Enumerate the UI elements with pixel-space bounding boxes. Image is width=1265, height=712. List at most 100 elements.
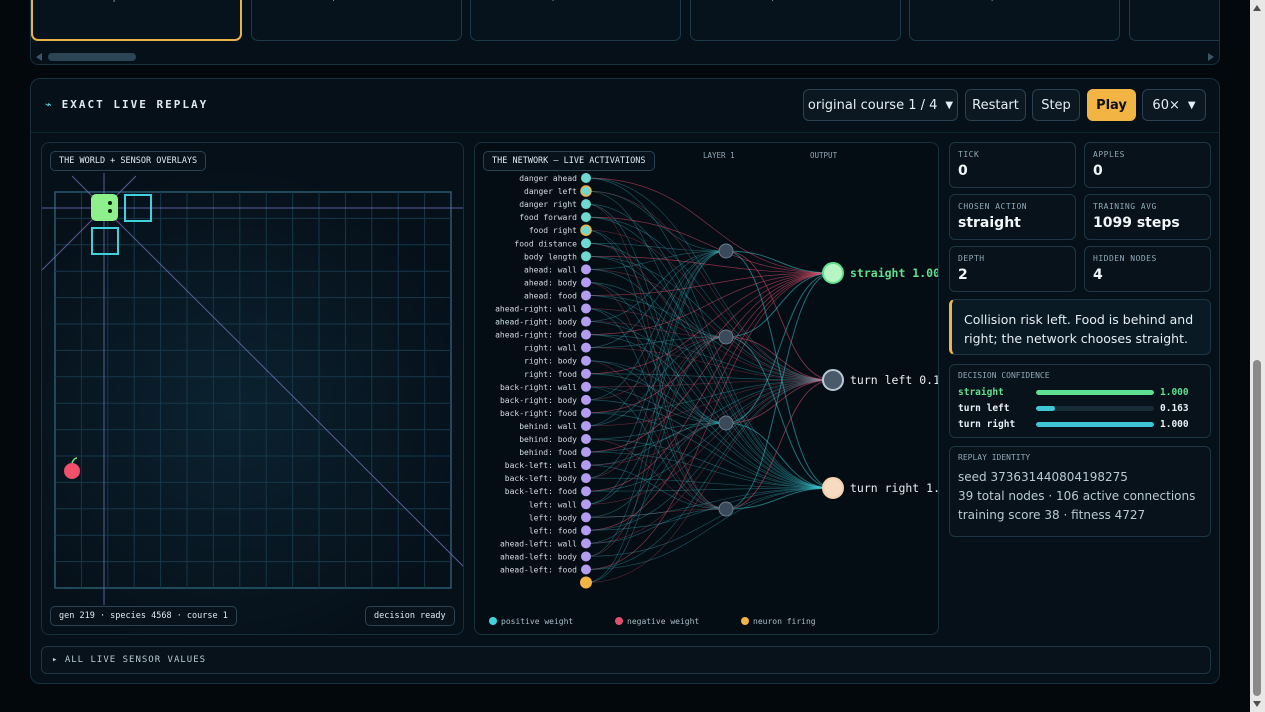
connection <box>585 308 834 381</box>
page-scroll-thumb[interactable] <box>1253 360 1261 696</box>
input-label: ahead: food <box>524 291 577 300</box>
input-node <box>581 499 591 510</box>
input-node <box>581 512 591 523</box>
identity-title: REPLAY IDENTITY <box>958 453 1031 462</box>
input-node <box>581 447 591 458</box>
scroll-left-icon[interactable] <box>36 53 42 61</box>
scroll-up-icon[interactable] <box>1253 5 1261 11</box>
stat-value: 0 <box>958 163 968 179</box>
connection <box>585 250 727 583</box>
apple-icon <box>64 463 80 479</box>
input-node <box>581 407 591 418</box>
confidence-fill <box>1036 390 1154 395</box>
input-label: body length <box>524 252 577 261</box>
genome-card[interactable]: 6 hidden · depth 3 · 117 connections <box>689 0 901 41</box>
connection <box>585 190 727 252</box>
decision-status-badge: decision ready <box>365 606 455 626</box>
speed-select[interactable]: 60× ▼ <box>1142 89 1206 121</box>
input-label: back-right: food <box>500 409 577 418</box>
stat-key: TRAINING AVG <box>1093 202 1157 211</box>
output-label: straight 1.000 <box>850 266 939 280</box>
confidence-label: turn right <box>958 419 1016 430</box>
output-node <box>822 369 844 391</box>
stat-value: 0 <box>1093 163 1103 179</box>
input-node <box>581 303 591 314</box>
output-node <box>822 477 844 499</box>
genome-card[interactable]: 6 hidden · depth 3 · 1 <box>1128 0 1219 41</box>
genome-card[interactable]: 5 hidden · depth 3 · 117 connections <box>250 0 462 41</box>
input-label: behind: wall <box>519 422 577 431</box>
legend-dot <box>615 617 623 625</box>
input-label: back-right: body <box>500 396 577 405</box>
confidence-bar <box>1036 422 1154 427</box>
world-view: THE WORLD + SENSOR OVERLAYS gen 219 · sp… <box>41 142 464 635</box>
decision-explanation: Collision risk left. Food is behind and … <box>949 299 1211 355</box>
connections <box>585 177 834 583</box>
genome-strip: 4 hidden · depth 2 · 106 connections5 hi… <box>30 0 1220 65</box>
confidence-row: turn right 1.000 <box>958 419 1204 431</box>
training-score: training score 38 · fitness 4727 <box>958 508 1146 522</box>
legend-label: neuron firing <box>753 617 816 626</box>
stat-value: 4 <box>1093 267 1103 283</box>
input-node <box>581 173 591 183</box>
confidence-value: 1.000 <box>1160 387 1189 398</box>
pulse-icon: ⌁ <box>45 98 54 111</box>
confidence-row: straight 1.000 <box>958 387 1204 399</box>
stat-card: APPLES 0 <box>1084 142 1211 188</box>
legend-label: positive weight <box>501 617 574 626</box>
stat-key: APPLES <box>1093 150 1125 159</box>
input-node <box>581 473 591 484</box>
restart-button[interactable]: Restart <box>965 89 1026 121</box>
snake-eye <box>108 209 112 213</box>
all-sensor-values-toggle[interactable]: ▸ ALL LIVE SENSOR VALUES <box>41 646 1211 674</box>
input-label: ahead-right: wall <box>495 305 577 314</box>
network-legend: positive weight negative weight neuron fir… <box>489 617 929 631</box>
input-label: ahead: wall <box>524 265 577 274</box>
bias-node <box>580 576 592 589</box>
input-node <box>581 551 591 562</box>
scroll-down-icon[interactable] <box>1253 701 1261 707</box>
connection <box>585 487 834 557</box>
output-label: turn right 1.000 <box>850 481 939 495</box>
world-canvas <box>42 173 463 605</box>
stat-key: TICK <box>958 150 980 159</box>
layer-label: LAYER 1 <box>703 151 735 160</box>
input-label: danger ahead <box>519 174 577 183</box>
input-label: right: wall <box>524 344 577 353</box>
input-node <box>581 394 591 405</box>
decision-confidence: DECISION CONFIDENCE straight 1.000 turn le… <box>949 364 1211 438</box>
genome-card[interactable]: 5 hidden · depth 3 · 115 connections <box>470 0 681 41</box>
hidden-node <box>718 501 734 517</box>
stat-value: 2 <box>958 267 968 283</box>
input-label: back-left: body <box>505 474 577 483</box>
confidence-bar <box>1036 390 1154 395</box>
world-border <box>54 191 452 589</box>
input-node <box>581 212 591 223</box>
genome-card[interactable]: 6 hidden · depth 3 · 118 connections <box>909 0 1120 41</box>
stat-key: HIDDEN NODES <box>1093 254 1157 263</box>
input-node <box>581 564 591 575</box>
stat-value: straight <box>958 215 1021 231</box>
hidden-node <box>718 415 734 431</box>
input-label: ahead-left: body <box>500 552 577 561</box>
scroll-right-icon[interactable] <box>1208 53 1214 61</box>
live-replay-panel: ⌁ EXACT LIVE REPLAY original course 1 / 4… <box>30 78 1220 684</box>
input-node <box>581 460 591 471</box>
course-select[interactable]: original course 1 / 4 ▼ <box>803 89 958 121</box>
node-count: 39 total nodes · 106 active connections <box>958 489 1196 503</box>
output-label: turn left 0.163 <box>850 373 939 387</box>
legend-item: negative weight <box>615 617 699 626</box>
play-button[interactable]: Play <box>1087 89 1136 121</box>
seed-value: seed 373631440804198275 <box>958 470 1128 484</box>
confidence-title: DECISION CONFIDENCE <box>958 371 1050 380</box>
snake-eye <box>108 201 112 205</box>
chevron-down-icon: ▼ <box>1187 99 1196 111</box>
genome-card[interactable]: 4 hidden · depth 2 · 106 connections <box>31 0 242 41</box>
connection <box>725 379 834 510</box>
network-canvas: danger ahead danger left danger right food … <box>495 173 939 589</box>
horizontal-scroll-thumb[interactable] <box>48 53 136 61</box>
input-node <box>581 251 591 262</box>
input-node <box>581 329 591 340</box>
stat-card: DEPTH 2 <box>949 246 1076 292</box>
step-button[interactable]: Step <box>1032 89 1080 121</box>
